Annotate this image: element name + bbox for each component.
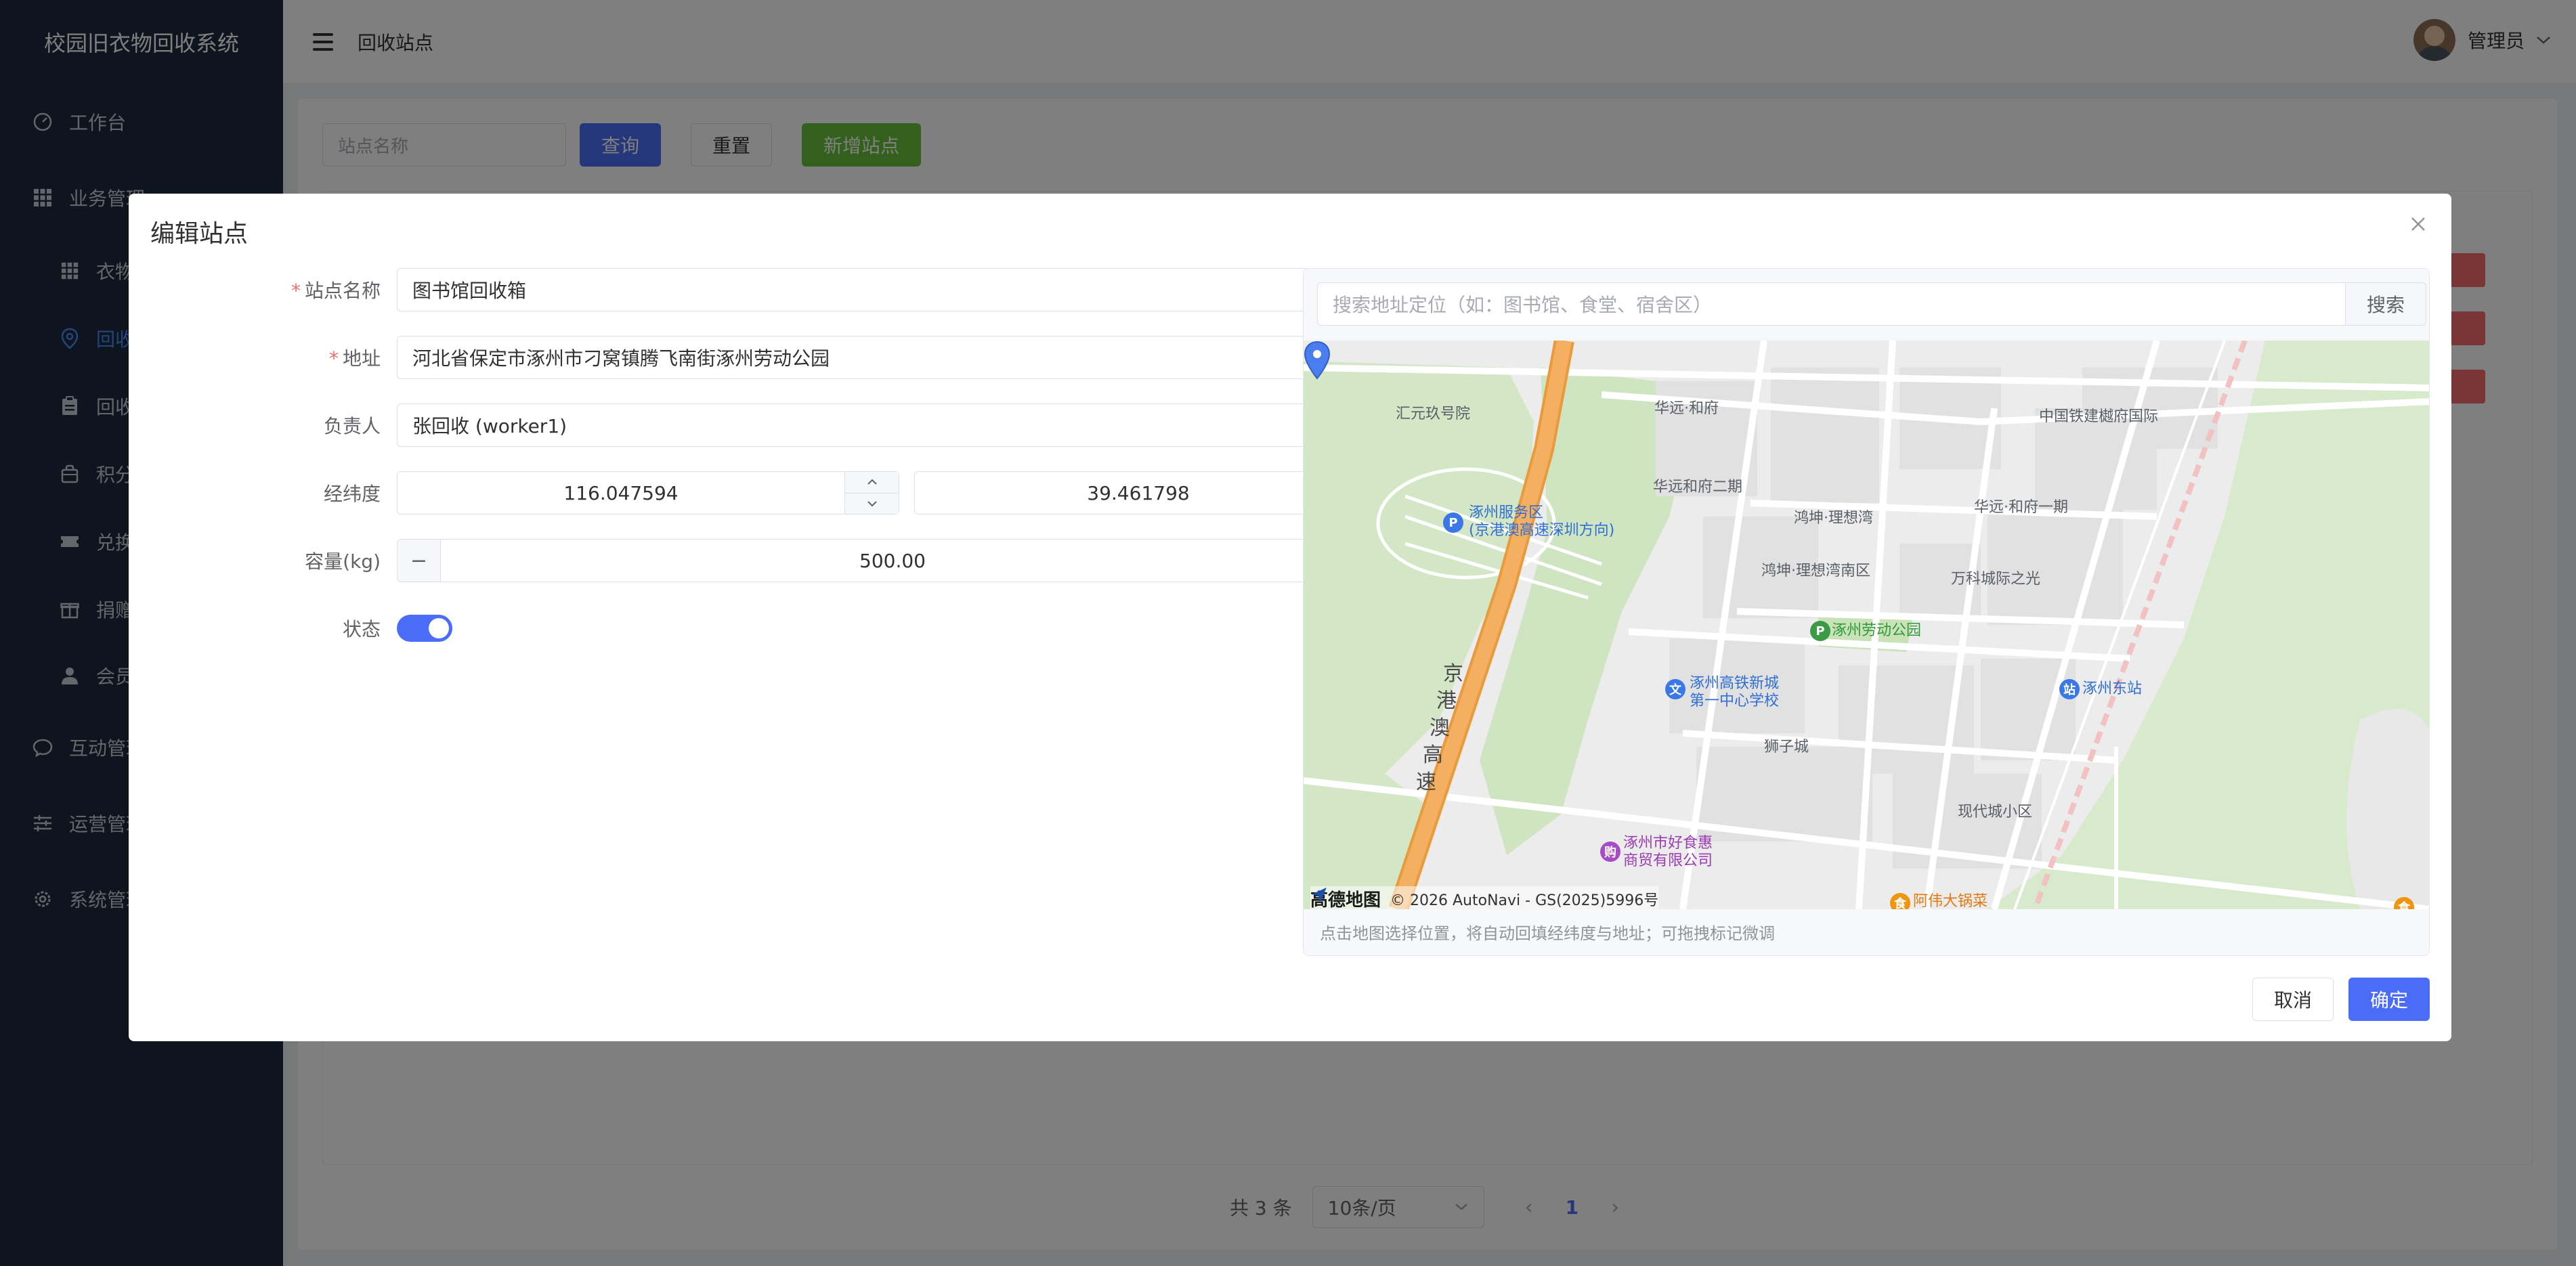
service-area-icon: P [1443,512,1463,533]
highway-label: 港 [1436,689,1457,713]
dialog-title: 编辑站点 [150,220,249,248]
map-label: 涿州劳动公园 [1832,622,1922,639]
form-item-capacity: 容量(kg) − 500.00 + [150,539,1388,582]
capacity-label: 容量(kg) [305,550,381,573]
map-search-button[interactable]: 搜索 [2345,282,2426,326]
confirm-button[interactable]: 确定 [2348,978,2430,1021]
form-item-address: * 地址 河北省保定市涿州市刁窝镇腾飞南街涿州劳动公园 [150,336,1388,379]
map-marker-icon[interactable] [1304,341,1331,380]
map-label: 涿州服务区 [1469,504,1544,521]
decrease-icon[interactable] [845,494,899,515]
highway-label: 京 [1443,662,1463,686]
map-search-input[interactable]: 搜索地址定位（如：图书馆、食堂、宿舍区） [1317,282,2346,326]
map-label: 汇元玖号院 [1396,406,1471,422]
required-mark: * [291,280,301,302]
highway-label: 速 [1416,770,1436,794]
map-label: 万科城际之光 [1951,571,2041,588]
required-mark: * [328,347,339,370]
status-switch[interactable] [397,615,452,642]
park-icon: P [1810,621,1830,641]
form-item-name: * 站点名称 图书馆回收箱 [150,268,1388,311]
map-label: 涿州东站 [2082,680,2143,697]
address-label: 地址 [342,347,381,370]
map-label: 商贸有限公司 [1623,852,1713,869]
map-label: 第一中心学校 [1690,693,1780,710]
highway-label: 高 [1423,743,1443,767]
map-label: 华远·和府 [1654,400,1719,417]
form-item-status: 状态 [150,607,452,650]
copyright-text: © 2026 AutoNavi - GS(2025)5996号 [1390,892,1659,909]
map-label: 华远·和府一期 [1974,499,2068,516]
site-name-input[interactable]: 图书馆回收箱 [397,268,1388,311]
capacity-stepper[interactable]: − 500.00 + [397,539,1388,582]
map-label: 现代城小区 [1958,804,2033,821]
status-label: 状态 [342,618,381,640]
map-hint: 点击地图选择位置，将自动回填经纬度与地址；可拖拽标记微调 [1320,924,1775,943]
map-label: 鸿坤·理想湾 [1794,510,1873,527]
edit-site-dialog: 编辑站点 * 站点名称 图书馆回收箱 * 地址 河北省保定市涿州市刁窝镇腾飞南街涿州… [129,194,2451,1041]
form-item-owner: 负责人 张回收 (worker1) [150,403,1388,447]
latitude-value: 39.461798 [1087,481,1190,504]
name-label: 站点名称 [304,280,381,302]
owner-select[interactable]: 张回收 (worker1) [397,403,1388,447]
train-station-icon: 站 [2059,679,2080,699]
coord-label: 经纬度 [323,483,381,505]
map-label: 涿州高铁新城 [1690,675,1780,692]
cancel-button[interactable]: 取消 [2252,978,2334,1021]
navigation-arrow-icon [1312,888,1327,902]
close-icon[interactable] [2407,213,2430,236]
map-label: 狮子城 [1764,739,1809,756]
minus-icon[interactable]: − [398,540,441,582]
map-panel: 搜索地址定位（如：图书馆、食堂、宿舍区） 搜索 汇元玖号院 华远·和府 中国铁建… [1303,268,2430,956]
form-item-coordinates: 经纬度 116.047594 39.461798 [150,471,1417,515]
map-label: 中国铁建樾府国际 [2039,408,2159,425]
shop-icon: 购 [1600,842,1620,862]
address-input[interactable]: 河北省保定市涿州市刁窝镇腾飞南街涿州劳动公园 [397,336,1388,379]
increase-icon[interactable] [845,472,899,494]
highway-label: 澳 [1430,716,1450,740]
owner-label: 负责人 [323,415,381,437]
map-label: 阿伟大锅菜 [1913,893,1988,909]
map-label: 涿州市好食惠 [1623,835,1713,852]
map-label: 鸿坤·理想湾南区 [1761,563,1870,580]
map-attribution: 高德地图 © 2026 AutoNavi - GS(2025)5996号 [1310,886,1659,909]
map-canvas[interactable]: 汇元玖号院 华远·和府 中国铁建樾府国际 P 涿州服务区 (京港澳高速深圳方向)… [1304,341,2429,909]
longitude-input[interactable]: 116.047594 [397,471,899,515]
owner-value: 张回收 (worker1) [412,415,567,437]
capacity-value: 500.00 [859,549,926,572]
restaurant-icon: 食 [1890,893,1910,909]
longitude-value: 116.047594 [563,481,679,504]
map-label: 华远和府二期 [1653,479,1743,496]
map-label: (京港澳高速深圳方向) [1469,522,1615,539]
school-icon: 文 [1665,679,1686,699]
